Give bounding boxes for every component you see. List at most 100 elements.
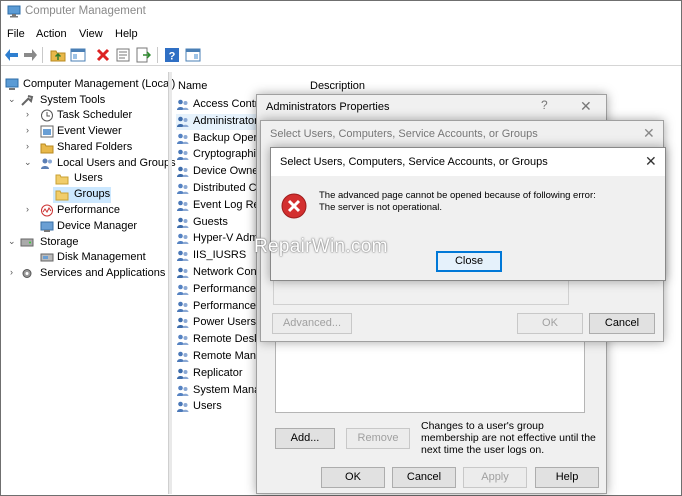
tree-item-services-applications[interactable]: › Services and Applications (8, 266, 168, 282)
menu-bar: File Action View Help (1, 24, 681, 44)
menu-help[interactable]: Help (115, 28, 138, 40)
list-item[interactable]: Distributed COM (176, 181, 266, 197)
group-icon (177, 301, 189, 312)
back-arrow-icon[interactable] (4, 47, 20, 63)
list-item[interactable]: Users (176, 399, 266, 415)
group-icon (177, 250, 189, 262)
tree-item-shared-folders[interactable]: › Shared Folders (24, 140, 168, 156)
list-item[interactable]: Remote Deskt (176, 332, 266, 348)
delete-icon[interactable] (95, 47, 111, 63)
ok-button[interactable]: OK (517, 313, 583, 334)
ok-button[interactable]: OK (321, 467, 385, 488)
column-header-name[interactable]: Name (178, 80, 207, 92)
tree-item-label: Device Manager (57, 220, 138, 232)
add-button[interactable]: Add... (275, 428, 335, 449)
group-icon (177, 368, 189, 379)
tree-item-groups[interactable]: Groups (53, 187, 111, 203)
list-item[interactable]: Network Conf (176, 265, 266, 281)
list-item[interactable]: Hyper-V Adm (176, 231, 266, 247)
tree-item-label: Performance (57, 204, 120, 216)
performance-icon (41, 204, 53, 217)
tree-item-task-scheduler[interactable]: › Task Scheduler (24, 108, 168, 124)
list-item-label: Cryptographic (193, 148, 262, 161)
help-icon[interactable]: ? (164, 47, 180, 63)
list-item-label: Remote Deskt (193, 333, 263, 346)
menu-action[interactable]: Action (36, 28, 67, 40)
list-item[interactable]: Administrators (176, 113, 266, 130)
list-item[interactable]: Performance L (176, 282, 266, 298)
column-header-description[interactable]: Description (310, 80, 365, 92)
tree-item-performance[interactable]: › Performance (24, 203, 168, 219)
tree-item-label: Task Scheduler (57, 109, 133, 121)
list-item-label: Performance L (193, 282, 266, 295)
chevron-right-icon[interactable]: › (10, 268, 18, 277)
close-icon[interactable]: ✕ (643, 125, 655, 142)
object-names-box[interactable] (273, 281, 569, 305)
cancel-button[interactable]: Cancel (589, 313, 655, 334)
chevron-right-icon[interactable]: › (26, 142, 34, 151)
advanced-button[interactable]: Advanced... (272, 313, 352, 334)
close-icon[interactable]: ✕ (580, 98, 592, 115)
list-item[interactable]: System Mana (176, 383, 266, 399)
group-icon (177, 234, 189, 245)
services-icon (22, 269, 32, 278)
tree-item-event-viewer[interactable]: › Event Viewer (24, 124, 168, 140)
list-item-label: Replicator (193, 366, 243, 379)
group-icon (177, 200, 189, 211)
menu-view[interactable]: View (79, 28, 103, 40)
group-icon (177, 99, 189, 110)
tree-item-device-manager[interactable]: Device Manager (40, 219, 168, 235)
tree-item-label: Services and Applications (40, 267, 166, 279)
list-item[interactable]: Power Users (176, 315, 266, 331)
folder-icon (55, 174, 69, 185)
close-icon[interactable]: ✕ (645, 153, 657, 170)
chevron-down-icon[interactable]: ⌄ (8, 95, 16, 104)
list-item-label: Network Conf (193, 266, 260, 278)
chevron-down-icon[interactable]: ⌄ (24, 158, 32, 167)
chevron-down-icon[interactable]: ⌄ (8, 237, 16, 246)
forward-arrow-icon[interactable] (22, 47, 38, 63)
list-item[interactable]: Guests (176, 215, 266, 231)
tree-item-local-users-groups[interactable]: ⌄ Local Users and Groups (24, 156, 176, 172)
chevron-right-icon[interactable]: › (26, 126, 34, 135)
tree-item-label: Disk Management (57, 251, 146, 263)
error-message-line2: The server is not operational. (319, 202, 443, 213)
list-item[interactable]: Performance M (176, 299, 266, 315)
show-hide-action-pane-icon[interactable] (185, 47, 201, 63)
list-item[interactable]: Replicator (176, 366, 266, 382)
tree-item-storage[interactable]: ⌄ Storage (8, 235, 168, 251)
properties-icon[interactable] (115, 47, 131, 63)
close-button[interactable]: Close (436, 251, 502, 272)
apply-button[interactable]: Apply (463, 467, 527, 488)
tree-item-disk-management[interactable]: Disk Management (40, 250, 168, 266)
list-item[interactable]: Access Control (176, 97, 266, 113)
group-icon (177, 133, 189, 144)
list-item[interactable]: Backup Operators (176, 131, 266, 147)
list-item[interactable]: IIS_IUSRS (176, 248, 266, 264)
list-item[interactable]: Cryptographic (176, 147, 266, 163)
tree-item-computer-management[interactable]: Computer Management (Local) (5, 77, 175, 93)
list-item[interactable]: Event Log Readers (176, 198, 266, 214)
tree-item-users[interactable]: Users (55, 171, 168, 187)
tree-item-label: Shared Folders (57, 141, 133, 153)
window-title: Computer Management (25, 5, 146, 17)
group-icon (177, 183, 189, 194)
chevron-right-icon[interactable]: › (26, 205, 34, 214)
export-list-icon[interactable] (135, 47, 151, 63)
list-item[interactable]: Device Owners (176, 164, 266, 180)
list-item[interactable]: Remote Mana (176, 349, 266, 365)
tree-item-label: System Tools (40, 94, 106, 106)
group-icon (177, 402, 189, 413)
up-folder-icon[interactable] (50, 47, 66, 63)
help-icon[interactable]: ? (541, 98, 548, 112)
show-hide-tree-icon[interactable] (70, 47, 86, 63)
list-item-label: Users (193, 400, 222, 413)
folder-icon (55, 190, 69, 201)
menu-file[interactable]: File (7, 28, 25, 40)
group-icon (177, 217, 189, 228)
remove-button[interactable]: Remove (346, 428, 410, 449)
chevron-right-icon[interactable]: › (26, 110, 34, 119)
help-button[interactable]: Help (535, 467, 599, 488)
tree-item-system-tools[interactable]: ⌄ System Tools (8, 93, 168, 109)
cancel-button[interactable]: Cancel (392, 467, 456, 488)
